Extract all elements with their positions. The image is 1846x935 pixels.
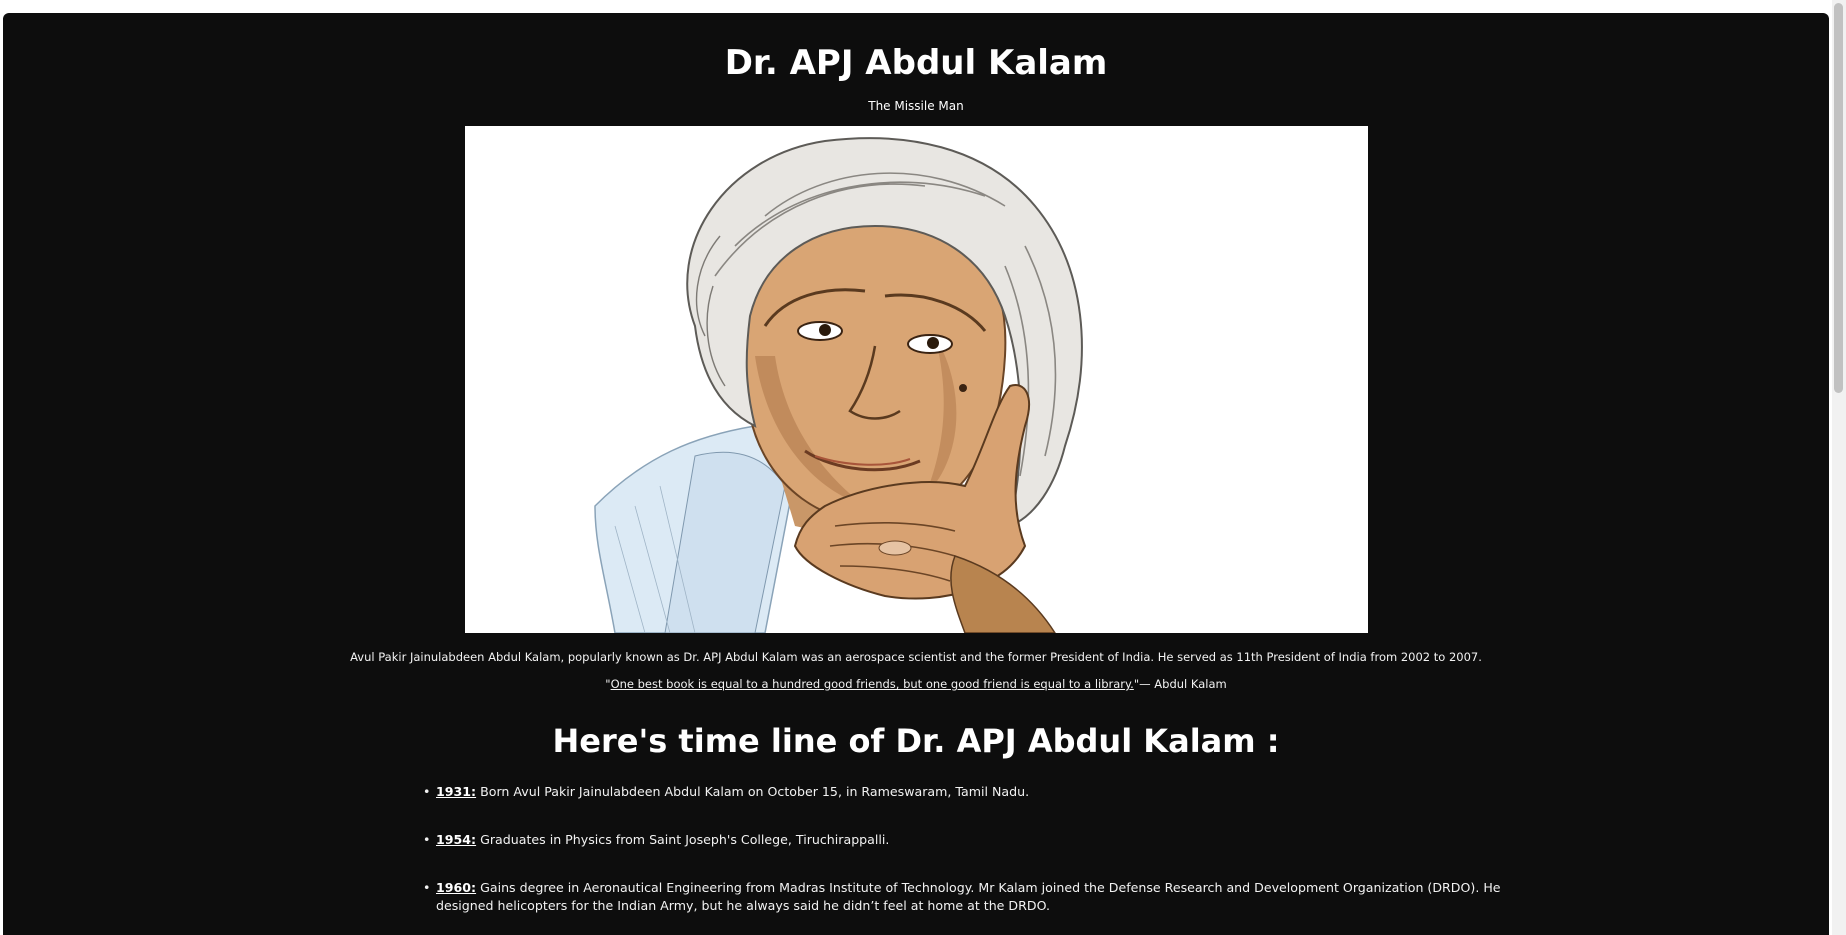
- timeline-heading: Here's time line of Dr. APJ Abdul Kalam …: [552, 722, 1280, 760]
- timeline-year: 1960:: [436, 880, 477, 895]
- bullet-icon: •: [423, 880, 431, 895]
- page-subtitle: The Missile Man: [868, 99, 964, 113]
- timeline-year: 1931:: [436, 784, 477, 799]
- portrait-image: [465, 126, 1368, 633]
- timeline-item: • 1960: Gains degree in Aeronautical Engi…: [423, 879, 1523, 915]
- tribute-page: Dr. APJ Abdul Kalam The Missile Man Avul…: [3, 13, 1829, 935]
- timeline-text: Born Avul Pakir Jainulabdeen Abdul Kalam…: [476, 784, 1030, 799]
- vertical-scrollbar[interactable]: [1832, 0, 1846, 935]
- bullet-icon: •: [423, 832, 431, 847]
- quote-link[interactable]: One best book is equal to a hundred good…: [611, 677, 1134, 691]
- browser-viewport: Dr. APJ Abdul Kalam The Missile Man Avul…: [0, 0, 1846, 935]
- intro-paragraph: Avul Pakir Jainulabdeen Abdul Kalam, pop…: [350, 650, 1482, 664]
- timeline-text: Graduates in Physics from Saint Joseph's…: [476, 832, 890, 847]
- quote-paragraph: "One best book is equal to a hundred goo…: [3, 676, 1829, 692]
- portrait-sketch: [465, 126, 1368, 633]
- page-title: Dr. APJ Abdul Kalam: [724, 43, 1108, 83]
- quote-author: — Abdul Kalam: [1139, 677, 1227, 691]
- timeline-year: 1954:: [436, 832, 477, 847]
- timeline-item: • 1954: Graduates in Physics from Saint J…: [423, 831, 1523, 849]
- timeline-text: Gains degree in Aeronautical Engineering…: [436, 880, 1501, 913]
- timeline-item: • 1931: Born Avul Pakir Jainulabdeen Abdu…: [423, 783, 1523, 801]
- timeline-list: • 1931: Born Avul Pakir Jainulabdeen Abdu…: [423, 783, 1523, 935]
- bullet-icon: •: [423, 784, 431, 799]
- scrollbar-thumb[interactable]: [1834, 3, 1843, 393]
